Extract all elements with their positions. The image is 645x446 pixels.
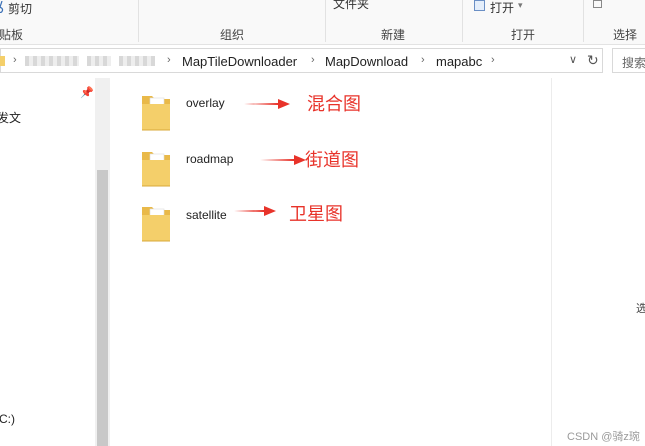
folder-icon [142,152,170,187]
address-dropdown-icon[interactable]: ∨ [569,53,577,66]
navigation-pane: 📌 发文 C:) [0,78,110,446]
annotation-label: 混合图 [307,94,361,114]
open-icon [474,0,485,11]
chevron-right-icon: › [311,54,315,66]
blurred-path-segment [119,56,155,66]
search-input[interactable]: 搜索 [622,54,645,71]
pin-icon[interactable]: 📌 [80,86,94,99]
chevron-right-icon: › [167,54,171,66]
nav-scrollbar-thumb[interactable] [97,170,108,446]
folder-name[interactable]: satellite [186,208,227,222]
file-list: overlay 混合图 roadmap 街道图 satellite 卫星图 [110,78,551,446]
ribbon: 剪切 贴板 组织 文件夹 新建 打开 ▾ 打开 选择 [0,0,645,45]
open-group-label: 打开 [511,28,536,42]
breadcrumb-maptiledownloader[interactable]: MapTileDownloader [182,54,297,69]
blurred-path-segment [25,56,79,66]
ribbon-divider [138,0,139,42]
folder-icon [142,207,170,242]
chevron-right-icon: › [13,54,17,66]
ribbon-divider [325,0,326,42]
select-group-label: 选择 [613,28,638,42]
preview-pane: 选 [551,78,645,446]
open-button[interactable]: 打开 [490,0,514,16]
nav-scrollbar[interactable] [95,78,110,446]
red-arrow-icon [234,206,276,216]
cut-button[interactable]: 剪切 [8,0,32,17]
annotation-label: 街道图 [305,150,359,170]
folder-name[interactable]: roadmap [186,152,233,166]
chevron-down-icon: ▾ [518,0,523,10]
folder-small-icon [0,56,5,66]
scissors-icon [0,1,4,13]
red-arrow-icon [260,155,306,165]
nav-item-drive[interactable]: C:) [0,412,15,426]
watermark: CSDN @骑z琬 [567,431,640,443]
clipboard-group-label: 贴板 [0,28,24,42]
folder-icon [142,96,170,131]
chevron-right-icon: › [421,54,425,66]
blurred-path-segment [87,56,111,66]
red-arrow-icon [244,99,290,109]
new-folder-button[interactable]: 文件夹 [333,0,369,12]
breadcrumb-mapdownload[interactable]: MapDownload [325,54,408,69]
search-box[interactable]: 搜索 [612,48,645,73]
new-group-label: 新建 [381,28,406,42]
address-bar[interactable]: › › MapTileDownloader › MapDownload › ma… [0,48,603,73]
ribbon-divider [462,0,463,42]
chevron-right-icon: › [491,54,495,66]
ribbon-divider [583,0,584,42]
organize-group-label: 组织 [220,28,245,42]
nav-item[interactable]: 发文 [0,109,21,126]
refresh-icon[interactable]: ↻ [587,52,599,69]
annotation-label: 卫星图 [289,204,343,224]
breadcrumb-mapabc[interactable]: mapabc [436,54,482,69]
folder-name[interactable]: overlay [186,96,225,110]
select-icon [593,0,602,8]
preview-text: 选 [636,303,645,315]
